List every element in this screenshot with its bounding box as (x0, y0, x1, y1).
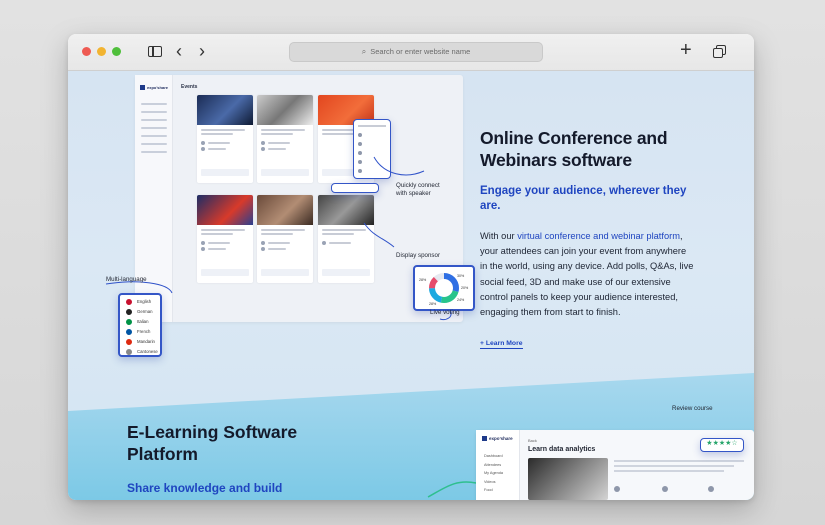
nav-item[interactable]: Food (484, 486, 503, 495)
search-icon: ⌕ (361, 47, 367, 56)
tab-overview-icon[interactable] (710, 43, 728, 61)
callout-live-voting: Live voting (430, 309, 460, 316)
sidebar-icon[interactable] (146, 43, 164, 61)
elearning-logo: expo’share (482, 436, 513, 442)
conference-description: With our virtual conference and webinar … (480, 231, 694, 318)
virtual-conference-link[interactable]: virtual conference and webinar platform (517, 231, 680, 241)
callout-multi-language: Multi-language (106, 276, 147, 283)
address-bar[interactable]: ⌕ Search or enter website name (289, 42, 543, 62)
minimize-window-button[interactable] (97, 47, 106, 56)
course-title: Learn data analytics (528, 446, 596, 453)
browser-window: ‹ › ⌕ Search or enter website name + expo… (68, 34, 754, 500)
nav-item[interactable]: Dashboard (484, 452, 503, 461)
course-thumbnail (528, 458, 608, 500)
elearning-subheading: Share knowledge and build (127, 481, 283, 495)
maximize-window-button[interactable] (112, 47, 121, 56)
back-arrow-icon[interactable]: ‹ (176, 42, 194, 61)
browser-toolbar: ‹ › ⌕ Search or enter website name + (68, 34, 754, 71)
learn-more-link[interactable]: + Learn More (480, 340, 523, 349)
nav-item[interactable]: Attendees (484, 461, 503, 470)
address-placeholder: Search or enter website name (370, 47, 471, 56)
conference-heading: Online Conference and Webinars software (480, 128, 668, 170)
star-rating[interactable]: ★★★★☆ (700, 438, 744, 452)
close-window-button[interactable] (82, 47, 91, 56)
back-link[interactable]: Back (528, 438, 537, 443)
callout-quick-connect: Quickly connect with speaker (396, 182, 440, 197)
web-page: expo’share Events 28% 30% 20% 24% 28% En… (68, 71, 754, 500)
new-tab-icon[interactable]: + (680, 40, 698, 61)
callout-review-course: Review course (672, 405, 713, 412)
elearning-app-mockup: expo’share Dashboard Attendees My Agenda… (476, 430, 754, 500)
elearning-heading: E-Learning Software Platform (127, 422, 298, 464)
elearning-nav: Dashboard Attendees My Agenda Videos Foo… (484, 452, 503, 495)
forward-arrow-icon[interactable]: › (199, 42, 217, 61)
callout-display-sponsor: Display sponsor (396, 252, 441, 259)
nav-item[interactable]: Videos (484, 478, 503, 487)
conference-subheading: Engage your audience, wherever they are. (480, 185, 687, 212)
nav-item[interactable]: My Agenda (484, 469, 503, 478)
